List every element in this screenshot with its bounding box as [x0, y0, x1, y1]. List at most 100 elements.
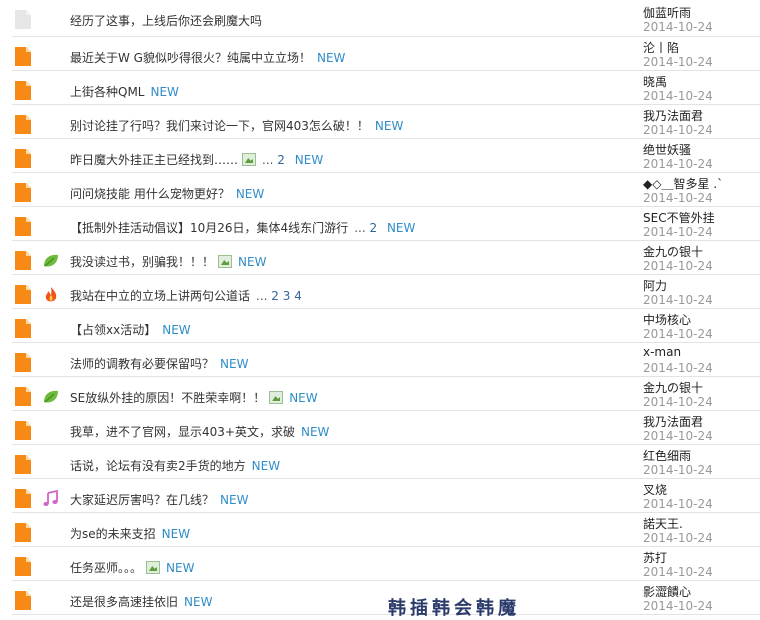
author-link[interactable]: 阿力 [643, 277, 667, 294]
author-link[interactable]: 影澀饋心 [643, 583, 691, 600]
thread-title-link[interactable]: 话说，论坛有没有卖2手货的地方 [70, 459, 246, 473]
thread-title-cell: 上街各种QML NEW [70, 83, 179, 100]
thread-title-cell: 最近关于W G貌似吵得很火？纯属中立立场！ NEW [70, 49, 345, 66]
post-date: 2014-10-24 [643, 20, 713, 34]
author-link[interactable]: 金九の银十 [643, 379, 703, 396]
thread-row: 我草，进不了官网，显示403+英文，求破 NEW 我乃法面君 2014-10-24 [12, 411, 760, 445]
thread-title-link[interactable]: 为se的未来支招 [70, 527, 156, 541]
author-link[interactable]: 绝世妖骚 [643, 141, 691, 158]
thread-title-cell: SE放纵外挂的原因！不胜荣幸啊！！ NEW [70, 389, 318, 406]
thread-title-cell: 我草，进不了官网，显示403+英文，求破 NEW [70, 423, 329, 440]
thread-row: 【抵制外挂活动倡议】10月26日，集体4线东门游行 ... 2 NEW SEC不管外… [12, 207, 760, 241]
music-note-icon [42, 489, 60, 508]
thread-title-link[interactable]: 我草，进不了官网，显示403+英文，求破 [70, 425, 295, 439]
thread-title-cell: 法师的调教有必要保留吗？ NEW [70, 355, 248, 372]
new-badge: NEW [300, 425, 330, 439]
thread-title-link[interactable]: 昨日魔大外挂正主已经找到…… [70, 153, 238, 167]
unread-thread-icon [15, 387, 31, 406]
author-link[interactable]: 諾天王. [643, 515, 683, 532]
author-link[interactable]: 红色细雨 [643, 447, 691, 464]
thread-row: 任务巫师。。。 NEW 苏打 2014-10-24 [12, 547, 760, 581]
post-date: 2014-10-24 [643, 463, 713, 477]
thread-row: 大家延迟厉害吗？在几线？ NEW 叉烧 2014-10-24 [12, 479, 760, 513]
thread-row: 问问烧技能 用什么宠物更好？ NEW ◆◇＿智多星 .` 2014-10-24 [12, 173, 760, 207]
post-date: 2014-10-24 [643, 497, 713, 511]
page-link[interactable]: 4 [294, 289, 302, 303]
author-link[interactable]: 金九の银十 [643, 243, 703, 260]
thread-title-cell: 别讨论挂了行吗？我们来讨论一下，官网403怎么破！！ NEW [70, 117, 403, 134]
post-date: 2014-10-24 [643, 123, 713, 137]
unread-thread-icon [15, 47, 31, 66]
author-link[interactable]: 我乃法面君 [643, 413, 703, 430]
new-badge: NEW [251, 459, 281, 473]
read-thread-icon [15, 10, 31, 29]
unread-thread-icon [15, 353, 31, 372]
post-date: 2014-10-24 [643, 55, 713, 69]
unread-thread-icon [15, 149, 31, 168]
author-link[interactable]: 苏打 [643, 549, 667, 566]
page-link[interactable]: 2 [271, 289, 279, 303]
post-date: 2014-10-24 [643, 191, 713, 205]
author-link[interactable]: ◆◇＿智多星 .` [643, 175, 723, 192]
thread-row: 还是很多高速挂依旧 NEW 影澀饋心 2014-10-24 [12, 581, 760, 615]
author-link[interactable]: 晓禹 [643, 73, 667, 90]
page-link[interactable]: 3 [283, 289, 291, 303]
new-badge: NEW [374, 119, 404, 133]
thread-title-link[interactable]: 【占领xx活动】 [70, 323, 156, 337]
thread-title-link[interactable]: 最近关于W G貌似吵得很火？纯属中立立场！ [70, 51, 311, 65]
page-link[interactable]: 2 [277, 153, 285, 167]
thread-title-link[interactable]: 经历了这事，上线后你还会刷魔大吗 [70, 14, 262, 28]
leaf-icon [42, 252, 60, 270]
new-badge: NEW [316, 51, 346, 65]
new-badge: NEW [294, 153, 324, 167]
unread-thread-icon [15, 489, 31, 508]
post-date: 2014-10-24 [643, 395, 713, 409]
thread-title-link[interactable]: 我站在中立的立场上讲两句公道话 [70, 289, 250, 303]
thread-title-link[interactable]: 上街各种QML [70, 85, 145, 99]
post-date: 2014-10-24 [643, 429, 713, 443]
author-link[interactable]: 沦丨陷 [643, 39, 679, 56]
post-date: 2014-10-24 [643, 293, 713, 307]
thread-title-cell: 任务巫师。。。 NEW [70, 559, 194, 576]
thread-title-link[interactable]: 大家延迟厉害吗？在几线？ [70, 493, 214, 507]
new-badge: NEW [386, 221, 416, 235]
unread-thread-icon [15, 557, 31, 576]
thread-title-link[interactable]: 我没读过书，别骗我！！！ [70, 255, 214, 269]
leaf-icon [42, 388, 60, 406]
unread-thread-icon [15, 523, 31, 542]
image-attachment-icon [218, 255, 233, 268]
post-date: 2014-10-24 [643, 327, 713, 341]
thread-title-link[interactable]: 别讨论挂了行吗？我们来讨论一下，官网403怎么破！！ [70, 119, 369, 133]
thread-title-link[interactable]: 任务巫师。。。 [70, 561, 142, 575]
thread-title-cell: 话说，论坛有没有卖2手货的地方 NEW [70, 457, 280, 474]
author-link[interactable]: 伽蓝听雨 [643, 4, 691, 21]
thread-title-link[interactable]: 法师的调教有必要保留吗？ [70, 357, 214, 371]
watermark-text: 韩插韩会韩魔 [388, 598, 520, 619]
thread-row: 为se的未来支招 NEW 諾天王. 2014-10-24 [12, 513, 760, 547]
author-link[interactable]: 中场核心 [643, 311, 691, 328]
thread-row: 最近关于W G貌似吵得很火？纯属中立立场！ NEW 沦丨陷 2014-10-24 [12, 37, 760, 71]
image-attachment-icon [269, 391, 284, 404]
new-badge: NEW [150, 85, 179, 99]
thread-title-cell: 为se的未来支招 NEW [70, 525, 190, 542]
new-badge: NEW [235, 187, 265, 201]
thread-title-cell: 还是很多高速挂依旧 NEW [70, 593, 212, 610]
thread-title-cell: 经历了这事，上线后你还会刷魔大吗 [70, 12, 262, 29]
author-link[interactable]: 我乃法面君 [643, 107, 703, 124]
unread-thread-icon [15, 81, 31, 100]
post-date: 2014-10-24 [643, 599, 713, 613]
image-attachment-icon [242, 153, 257, 166]
thread-title-link[interactable]: SE放纵外挂的原因！不胜荣幸啊！！ [70, 391, 265, 405]
new-badge: NEW [289, 391, 318, 405]
unread-thread-icon [15, 591, 31, 610]
author-link[interactable]: SEC不管外挂 [643, 209, 715, 226]
post-date: 2014-10-24 [643, 225, 713, 239]
thread-title-link[interactable]: 【抵制外挂活动倡议】10月26日，集体4线东门游行 [70, 221, 348, 235]
author-link[interactable]: x-man [643, 345, 681, 359]
thread-title-link[interactable]: 问问烧技能 用什么宠物更好？ [70, 187, 230, 201]
thread-row: 法师的调教有必要保留吗？ NEW x-man 2014-10-24 [12, 343, 760, 377]
author-link[interactable]: 叉烧 [643, 481, 667, 498]
page-link[interactable]: 2 [369, 221, 377, 235]
post-date: 2014-10-24 [643, 531, 713, 545]
new-badge: NEW [161, 527, 191, 541]
